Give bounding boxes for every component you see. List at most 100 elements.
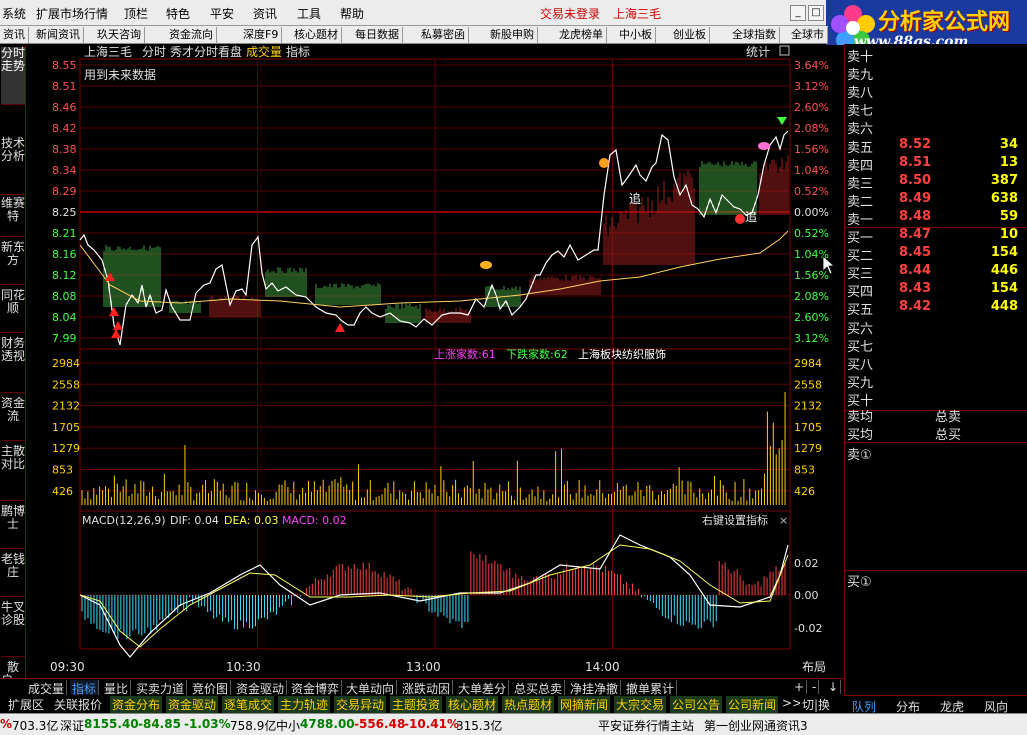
ask-row[interactable]: 卖一 8.48 59 xyxy=(845,209,1027,228)
intraday-chart[interactable]: 8.55 3.64% 8.51 3.12% 8.46 2.60% 8.42 2.08% 8.38… xyxy=(26,45,844,678)
switch-button[interactable]: 切|换 xyxy=(800,696,834,713)
bid-row[interactable]: 买二 8.45 154 xyxy=(845,245,1027,264)
login-status[interactable]: 交易未登录 xyxy=(540,5,600,22)
macd-close-icon[interactable]: × xyxy=(779,514,788,527)
ask-row[interactable]: 卖四 8.51 13 xyxy=(845,155,1027,174)
toolbar-item[interactable]: 私募密函 xyxy=(418,27,469,43)
bid-row[interactable]: 买七 xyxy=(845,336,1027,355)
tab-fund-distribution[interactable]: 资金分布 xyxy=(110,696,164,713)
tab-trade-anomaly[interactable]: 交易异动 xyxy=(334,696,388,713)
tab-company-news[interactable]: 公司新闻 xyxy=(726,696,780,713)
rail-laoqianzhuang[interactable]: 老钱庄 xyxy=(1,553,25,597)
stats-button[interactable]: 统计 xyxy=(746,45,770,59)
tab-fund-game[interactable]: 资金博弈 xyxy=(289,680,343,695)
toolbar-item[interactable]: 资金流向 xyxy=(166,27,217,43)
rail-financial[interactable]: 财务透视 xyxy=(1,337,25,393)
menu-pingan[interactable]: 平安 xyxy=(210,5,234,22)
rail-weisaite[interactable]: 维赛特 xyxy=(1,197,25,237)
rail-fund-flow[interactable]: 资金流 xyxy=(1,397,25,441)
bid-row[interactable]: 买六 xyxy=(845,318,1027,337)
tab-related-quote[interactable]: 关联报价 xyxy=(52,696,106,713)
menu-news[interactable]: 资讯 xyxy=(253,5,277,22)
rail-main-vs-retail[interactable]: 主散对比 xyxy=(1,445,25,501)
sz-index-name[interactable]: 深证 xyxy=(60,717,84,734)
layout-button[interactable]: 布局 xyxy=(802,660,826,674)
rail-niucha[interactable]: 牛叉诊股 xyxy=(1,601,25,657)
rail-technical[interactable]: 技术分析 xyxy=(1,137,25,195)
tab-big-order-diff[interactable]: 大单差分 xyxy=(456,680,510,695)
tab-tick-trades[interactable]: 逐笔成交 xyxy=(222,696,276,713)
rail-intraday[interactable]: 分时走势 xyxy=(1,47,25,105)
bid-row[interactable]: 买五 8.42 448 xyxy=(845,299,1027,318)
toolbar-item[interactable]: 核心题材 xyxy=(291,27,342,43)
order-book-tabs: 队列 分布 龙虎 风向 xyxy=(844,695,1027,714)
rail-new-oriental[interactable]: 新东方 xyxy=(1,241,25,285)
tab-total-buy-sell[interactable]: 总买总卖 xyxy=(512,680,566,695)
rail-tonghuashun[interactable]: 同花顺 xyxy=(1,289,25,333)
tab-web-news[interactable]: 网摘新闻 xyxy=(558,696,612,713)
level-label: 卖七 xyxy=(847,104,874,120)
ask-row[interactable]: 卖六 xyxy=(845,118,1027,137)
tab-indicator[interactable]: 指标 xyxy=(70,680,100,695)
maximize-icon[interactable]: □ xyxy=(808,5,824,21)
tab-main-track[interactable]: 主力轨迹 xyxy=(278,696,332,713)
zoom-out-button[interactable]: - xyxy=(810,680,820,694)
toolbar-item[interactable]: 新股申购 xyxy=(487,27,538,43)
ask-row[interactable]: 卖八 xyxy=(845,82,1027,101)
bid-row[interactable]: 买三 8.44 446 xyxy=(845,263,1027,282)
tab-block-trade[interactable]: 大宗交易 xyxy=(614,696,668,713)
tab-big-order[interactable]: 大单动向 xyxy=(344,680,398,695)
toolbar-item[interactable]: 中小板 xyxy=(616,27,656,43)
tab-volume-ratio[interactable]: 量比 xyxy=(102,680,132,695)
tab-hot-theme[interactable]: 热点题材 xyxy=(502,696,556,713)
broker-server[interactable]: 平安证券行情主站 xyxy=(598,717,694,734)
toolbar-item[interactable]: 创业板 xyxy=(670,27,710,43)
news-server[interactable]: 第一创业网通资讯3 xyxy=(704,717,808,734)
ask-row[interactable]: 卖七 xyxy=(845,100,1027,120)
chart-ind-label[interactable]: 指标 xyxy=(286,45,310,59)
sell1-queue-label[interactable]: 卖① xyxy=(847,444,872,463)
ask-row[interactable]: 卖十 xyxy=(845,46,1027,65)
menu-features[interactable]: 特色 xyxy=(166,5,190,22)
toolbar-item[interactable]: 玖天咨询 xyxy=(94,27,145,43)
menu-system[interactable]: 系统 xyxy=(2,5,26,22)
menu-tools[interactable]: 工具 xyxy=(297,5,321,22)
tab-cancel-cumulative[interactable]: 撤单累计 xyxy=(624,680,678,695)
macd-settings-link[interactable]: 右键设置指标 xyxy=(702,513,768,527)
ask-row[interactable]: 卖二 8.49 638 xyxy=(845,191,1027,210)
tab-rise-fall-cause[interactable]: 涨跌动因 xyxy=(400,680,454,695)
minimize-icon[interactable]: _ xyxy=(790,5,806,21)
tab-extension-area[interactable]: 扩展区 xyxy=(6,696,48,713)
tab-theme-invest[interactable]: 主题投资 xyxy=(390,696,444,713)
toolbar-item[interactable]: 全球指数 xyxy=(729,27,780,43)
collapse-button[interactable]: ↓ xyxy=(826,680,842,694)
menu-top-bar[interactable]: 顶栏 xyxy=(124,5,148,22)
tab-net-hang-cancel[interactable]: 净挂净撤 xyxy=(568,680,622,695)
rail-pengboshi[interactable]: 鹏博士 xyxy=(1,505,25,549)
zoom-in-button[interactable]: + xyxy=(792,680,808,694)
toolbar-item[interactable]: 深度F9 xyxy=(240,27,283,43)
menu-help[interactable]: 帮助 xyxy=(340,5,364,22)
ask-row[interactable]: 卖九 xyxy=(845,64,1027,83)
buy1-queue-label[interactable]: 买① xyxy=(847,571,872,590)
ask-row[interactable]: 卖三 8.50 387 xyxy=(845,173,1027,192)
bid-row[interactable]: 买一 8.47 10 xyxy=(845,227,1027,246)
tab-core-theme[interactable]: 核心题材 xyxy=(446,696,500,713)
toolbar-item[interactable]: 全球市 xyxy=(788,27,828,43)
toolbar-item[interactable]: 龙虎榜单 xyxy=(556,27,607,43)
menu-extended-market[interactable]: 扩展市场行情 xyxy=(36,5,108,22)
ask-row[interactable]: 卖五 8.52 34 xyxy=(845,137,1027,156)
bid-row[interactable]: 买四 8.43 154 xyxy=(845,281,1027,300)
bid-row[interactable]: 买八 xyxy=(845,354,1027,373)
tab-fund-drive[interactable]: 资金驱动 xyxy=(234,680,288,695)
tab-fund-drive-module[interactable]: 资金驱动 xyxy=(166,696,220,713)
tab-auction[interactable]: 竞价图 xyxy=(190,680,232,695)
zx-index-name[interactable]: 中小 xyxy=(276,717,300,734)
toolbar-item[interactable]: 每日数据 xyxy=(352,27,403,43)
toolbar-item[interactable]: 资讯 xyxy=(0,27,29,43)
tab-volume[interactable]: 成交量 xyxy=(26,680,68,695)
tab-company-notice[interactable]: 公司公告 xyxy=(670,696,724,713)
bid-row[interactable]: 买九 xyxy=(845,372,1027,391)
tab-buy-sell-power[interactable]: 买卖力道 xyxy=(134,680,188,695)
toolbar-item[interactable]: 新闻资讯 xyxy=(33,27,84,43)
